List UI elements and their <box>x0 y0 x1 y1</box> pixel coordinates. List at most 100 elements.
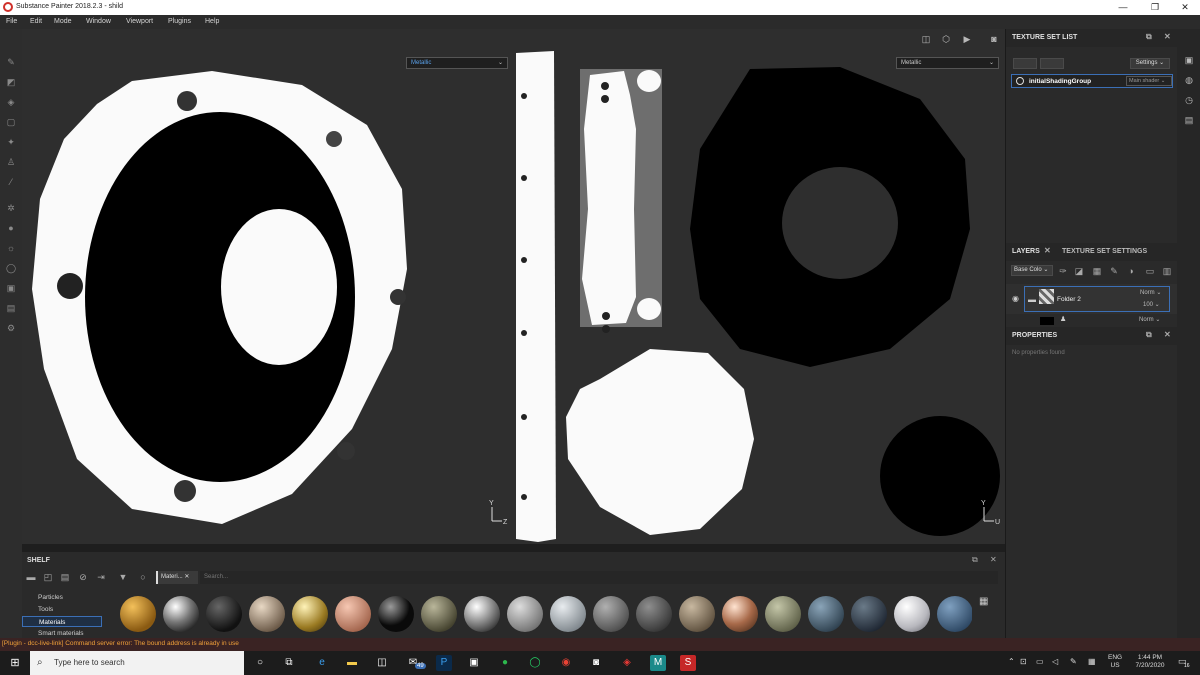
material-mode-icon[interactable]: ◫ <box>920 33 932 45</box>
layer-row-2[interactable]: ♟ Norm ⌄ <box>1006 315 1178 325</box>
material-thumb[interactable] <box>335 596 371 632</box>
material-thumb[interactable] <box>550 596 586 632</box>
layer-channel-select[interactable]: Base Colo ⌄ <box>1011 265 1053 276</box>
material-thumb[interactable] <box>507 596 543 632</box>
tsl-button-2[interactable] <box>1040 58 1064 69</box>
add-folder-icon[interactable]: ▭ <box>1145 266 1155 276</box>
layer-row-folder[interactable]: ◉ ▬ Folder 2 Norm ⌄ 100 ⌄ <box>1006 284 1178 314</box>
hide-icon[interactable]: ⊘ <box>78 572 88 582</box>
material-thumb[interactable] <box>292 596 328 632</box>
export-icon[interactable]: ⇥ <box>96 572 106 582</box>
eraser-icon[interactable]: ◩ <box>6 77 16 87</box>
menu-window[interactable]: Window <box>86 18 111 25</box>
tray-chevron-icon[interactable]: ⌃ <box>1008 657 1015 666</box>
undock-icon[interactable]: ⧉ <box>972 555 978 565</box>
menu-viewport[interactable]: Viewport <box>126 18 153 25</box>
cube-icon[interactable]: ⬡ <box>940 33 952 45</box>
material-thumb[interactable] <box>765 596 801 632</box>
history-icon[interactable]: ◷ <box>1184 95 1194 105</box>
color-picker-icon[interactable]: ⁄ <box>6 177 16 187</box>
chrome-icon[interactable]: ◉ <box>558 655 574 671</box>
photoshop-icon[interactable]: ▣ <box>6 283 16 293</box>
grid-view-icon[interactable]: ▦ <box>979 596 988 607</box>
media-icon[interactable]: ◙ <box>588 655 604 671</box>
keyboard-icon[interactable]: ▦ <box>1088 657 1096 666</box>
material-thumb[interactable] <box>679 596 715 632</box>
layer-name[interactable]: Folder 2 <box>1057 296 1081 303</box>
delete-layer-icon[interactable]: ▥ <box>1162 266 1172 276</box>
material-thumb[interactable] <box>249 596 285 632</box>
material-thumb[interactable] <box>937 596 972 632</box>
channel-select-right[interactable]: Metallic ⌄ <box>896 57 999 69</box>
maya-icon[interactable]: M <box>650 655 666 671</box>
menu-file[interactable]: File <box>6 18 17 25</box>
ring-icon[interactable]: ◯ <box>6 263 16 273</box>
tab-layers[interactable]: LAYERS <box>1012 248 1040 255</box>
polygon-fill-icon[interactable]: ▢ <box>6 117 16 127</box>
add-effect-icon[interactable]: ✑ <box>1058 266 1068 276</box>
panel-close-icon[interactable]: ✕ <box>1164 32 1171 41</box>
smudge-icon[interactable]: ✦ <box>6 137 16 147</box>
add-fill-layer-icon[interactable]: ▦ <box>1092 266 1102 276</box>
visibility-radio-icon[interactable] <box>1016 77 1024 85</box>
folder-open-icon[interactable]: ▬ <box>26 572 36 582</box>
maximize-button[interactable]: ❐ <box>1140 1 1170 14</box>
viewport-3d-scene[interactable]: Y Z Metallic ⌄ <box>22 29 510 544</box>
drop-icon[interactable]: ● <box>6 223 16 233</box>
menu-mode[interactable]: Mode <box>54 18 72 25</box>
material-thumb[interactable] <box>378 596 414 632</box>
photoshop-icon[interactable]: P <box>436 655 452 671</box>
material-thumb[interactable] <box>120 596 156 632</box>
viewport-uv[interactable]: Y U Metallic ⌄ <box>510 29 1005 544</box>
texture-set-item[interactable]: initialShadingGroup Main shader ⌄ <box>1011 74 1173 88</box>
substance-painter-taskbar-icon[interactable]: S <box>680 655 696 671</box>
volume-icon[interactable]: ◁ <box>1052 657 1058 666</box>
opacity-value[interactable]: 100 ⌄ <box>1143 301 1160 308</box>
log-icon[interactable]: ▤ <box>1184 115 1194 125</box>
add-paint-layer-icon[interactable]: ✎ <box>1109 266 1119 276</box>
undock-icon[interactable]: ⧉ <box>1146 32 1152 42</box>
material-thumb[interactable] <box>464 596 500 632</box>
cortana-icon[interactable]: ○ <box>252 655 268 671</box>
material-thumb[interactable] <box>808 596 844 632</box>
projection-icon[interactable]: ◈ <box>6 97 16 107</box>
pen-icon[interactable]: ✎ <box>1070 657 1077 666</box>
file-explorer-icon[interactable]: ▬ <box>344 655 360 671</box>
language-indicator[interactable]: ENG US <box>1108 654 1122 670</box>
eye-icon[interactable]: ◉ <box>1012 294 1019 303</box>
undock-icon[interactable]: ⧉ <box>1146 330 1152 340</box>
clock[interactable]: 1:44 PM 7/20/2020 <box>1130 654 1170 670</box>
settings-dropdown[interactable]: Settings ⌄ <box>1130 58 1170 69</box>
shelf-close-icon[interactable]: ✕ <box>990 555 997 564</box>
shelf-category-smart-materials[interactable]: Smart materials <box>22 628 102 638</box>
shader-select[interactable]: Main shader ⌄ <box>1126 76 1172 86</box>
import-icon[interactable]: ▤ <box>60 572 70 582</box>
shader-settings-icon[interactable]: ◍ <box>1184 75 1194 85</box>
store-icon[interactable]: ◫ <box>374 655 390 671</box>
windows-start-icon[interactable]: ⊞ <box>0 651 30 675</box>
edge-icon[interactable]: e <box>314 655 330 671</box>
shelf-category-particles[interactable]: Particles <box>22 592 102 603</box>
material-thumb[interactable] <box>851 596 887 632</box>
plugin-gear-icon[interactable]: ⚙ <box>6 323 16 333</box>
material-thumb[interactable] <box>593 596 629 632</box>
tsl-button-1[interactable] <box>1013 58 1037 69</box>
screenshot-icon[interactable]: ◙ <box>988 33 1000 45</box>
material-thumb[interactable] <box>163 596 199 632</box>
minimize-button[interactable]: — <box>1108 1 1138 14</box>
close-button[interactable]: ✕ <box>1170 1 1200 14</box>
substance-icon[interactable]: ◈ <box>619 655 635 671</box>
menu-edit[interactable]: Edit <box>30 18 42 25</box>
material-thumb[interactable] <box>722 596 758 632</box>
menu-help[interactable]: Help <box>205 18 219 25</box>
material-thumb[interactable] <box>421 596 457 632</box>
export-icon[interactable]: ▤ <box>6 303 16 313</box>
display-settings-icon[interactable]: ▣ <box>1184 55 1194 65</box>
photos-icon[interactable]: ▣ <box>466 655 482 671</box>
shelf-category-tools[interactable]: Tools <box>22 604 102 615</box>
clone-stamp-icon[interactable]: ♙ <box>6 157 16 167</box>
settings-gear-icon[interactable]: ✲ <box>6 203 16 213</box>
taskbar-search-input[interactable]: Type here to search <box>30 651 244 675</box>
paint-brush-icon[interactable]: ✎ <box>6 57 16 67</box>
blend-mode-select[interactable]: Norm ⌄ <box>1139 316 1160 323</box>
